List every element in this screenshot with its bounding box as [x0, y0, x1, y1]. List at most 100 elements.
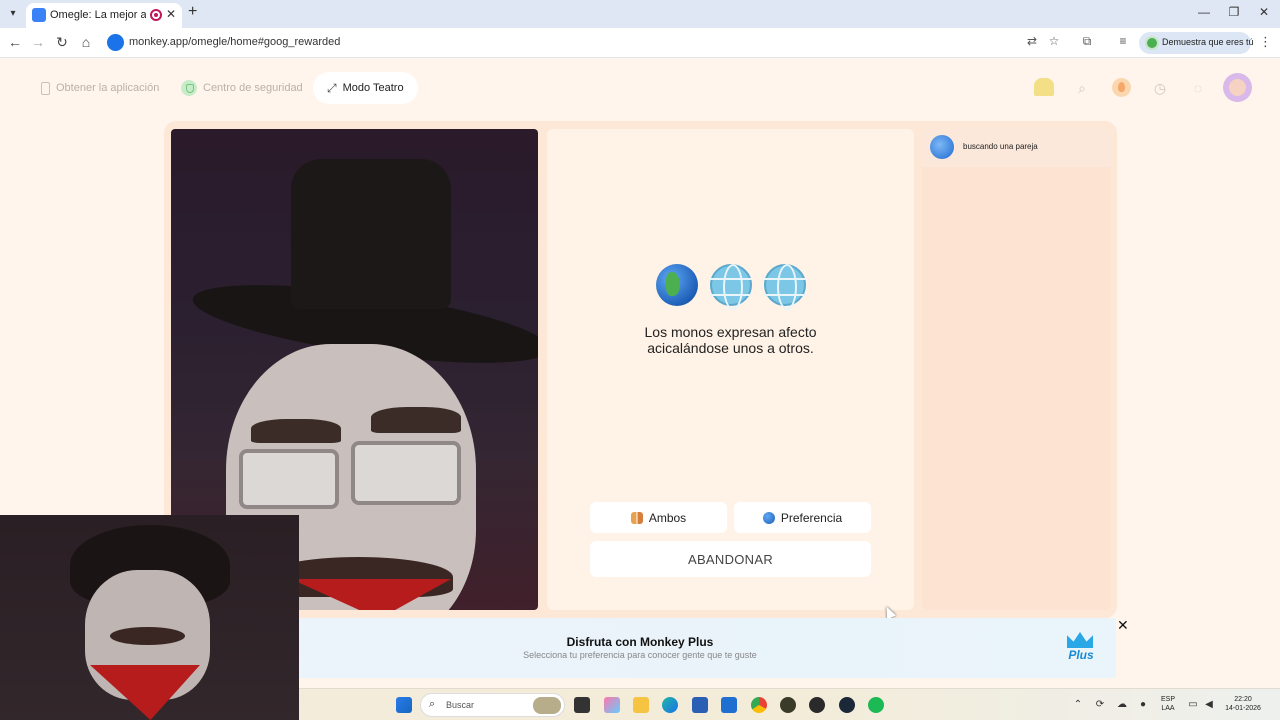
- file-explorer-icon[interactable]: [633, 697, 649, 713]
- language-code: ESP: [1160, 696, 1175, 703]
- both-gender-button[interactable]: Ambos: [590, 502, 727, 533]
- profile-avatar-icon: [1145, 36, 1159, 50]
- extensions-icon[interactable]: ⧉: [1078, 34, 1096, 49]
- chat-status-text: buscando una pareja: [963, 142, 1038, 151]
- mesh-globe-icon: [763, 264, 806, 310]
- windows-start-icon[interactable]: [396, 697, 412, 713]
- globe-icon: [762, 511, 775, 524]
- back-arrow-icon[interactable]: ←: [6, 34, 24, 50]
- both-label: Ambos: [648, 510, 687, 525]
- edge-icon[interactable]: [662, 697, 678, 713]
- site-top-nav: Obtener la aplicación Centro de segurida…: [0, 58, 1280, 118]
- right-lens: [351, 441, 461, 505]
- globe-row: [547, 264, 914, 310]
- media-controls-icon[interactable]: ≡: [1114, 34, 1132, 48]
- get-app-link[interactable]: Obtener la aplicación: [41, 72, 159, 104]
- restore-button[interactable]: ❐: [1224, 5, 1244, 19]
- preference-button[interactable]: Preferencia: [734, 502, 871, 533]
- spotify-icon[interactable]: [868, 697, 884, 713]
- chrome-icon[interactable]: [751, 697, 767, 713]
- matching-panel: Los monos expresan afecto acicalándose u…: [547, 129, 914, 610]
- home-icon[interactable]: ⌂: [77, 34, 95, 50]
- safety-center-label: Centro de seguridad: [203, 82, 303, 94]
- shield-icon: [181, 80, 197, 96]
- plus-badge-text: Plus: [1068, 648, 1094, 662]
- site-favicon-icon: [32, 8, 46, 22]
- safety-center-link[interactable]: Centro de seguridad: [181, 72, 303, 104]
- taskbar-search-placeholder: Buscar: [446, 700, 475, 710]
- tab-title: Omegle: La mejor alternativ: [50, 9, 146, 21]
- forward-arrow-icon[interactable]: →: [29, 34, 47, 50]
- copilot-icon[interactable]: [604, 697, 620, 713]
- left-eyebrow: [251, 419, 341, 443]
- search-highlight-image: [533, 697, 561, 714]
- clock[interactable]: 22:20 14-01-2026: [1221, 695, 1265, 713]
- promo-subtitle: Selecciona tu preferencia para conocer g…: [523, 650, 757, 660]
- sync-icon[interactable]: ⟳: [1093, 699, 1107, 710]
- address-bar-row: ← → ↻ ⌂ monkey.app/omegle/home#goog_rewa…: [0, 28, 1280, 58]
- onedrive-icon[interactable]: ☁: [1115, 699, 1129, 710]
- hat-crown: [291, 159, 451, 309]
- chat-panel: buscando una pareja: [922, 129, 1111, 610]
- volume-icon[interactable]: ◀: [1202, 699, 1216, 710]
- left-lens: [239, 449, 339, 509]
- bookmark-star-icon[interactable]: ☆: [1045, 34, 1063, 48]
- browser-tab[interactable]: Omegle: La mejor alternativ ✕: [26, 3, 182, 28]
- theater-mode-button[interactable]: ⤢ Modo Teatro: [313, 72, 418, 104]
- get-app-label: Obtener la aplicación: [56, 82, 160, 94]
- outlook-icon[interactable]: [721, 697, 737, 713]
- steam-icon[interactable]: [839, 697, 855, 713]
- earth-globe-icon: [655, 264, 698, 306]
- theater-mode-label: Modo Teatro: [342, 82, 404, 94]
- user-avatar[interactable]: [1223, 73, 1252, 102]
- crown-icon: [1067, 632, 1093, 648]
- promo-title: Disfruta con Monkey Plus: [566, 635, 714, 649]
- people-icon: [630, 511, 643, 524]
- browser-menu-icon[interactable]: ⋮: [1259, 34, 1272, 50]
- reload-icon[interactable]: ↻: [53, 34, 71, 51]
- obs-icon[interactable]: [809, 697, 825, 713]
- show-hidden-icons-icon[interactable]: ⌃: [1071, 699, 1085, 710]
- plus-promo-banner[interactable]: Disfruta con Monkey Plus Selecciona tu p…: [299, 618, 1116, 678]
- search-icon[interactable]: ⌕: [1072, 78, 1092, 98]
- microphone-icon[interactable]: ●: [1136, 699, 1150, 710]
- streak-fire-icon[interactable]: [1112, 78, 1131, 97]
- taskbar-search[interactable]: ⌕ Buscar: [420, 693, 565, 717]
- mesh-globe-icon: [709, 264, 752, 310]
- expand-icon: ⤢: [327, 80, 337, 95]
- new-tab-button[interactable]: +: [188, 3, 197, 21]
- windows-taskbar: ⌕ Buscar ⌃ ⟳ ☁ ● ESP LAA ▭ ◀ 22:20 14-01…: [299, 688, 1280, 720]
- site-info-icon[interactable]: [107, 34, 124, 51]
- profile-chip[interactable]: Demuestra que eres tú: [1139, 32, 1254, 54]
- profile-label: Demuestra que eres tú: [1162, 37, 1254, 47]
- abandon-button[interactable]: ABANDONAR: [590, 541, 871, 577]
- app-icon[interactable]: [780, 697, 796, 713]
- layout-code: LAA: [1161, 705, 1175, 712]
- translate-icon[interactable]: ⇄: [1023, 34, 1041, 48]
- plus-badge[interactable]: Plus: [1063, 632, 1099, 666]
- monkey-logo-icon: [930, 135, 954, 159]
- promo-close-button[interactable]: ✕: [1117, 617, 1129, 634]
- chat-status-row: buscando una pareja: [922, 129, 1111, 167]
- phone-icon: [41, 81, 50, 95]
- tab-close-button[interactable]: ✕: [166, 7, 176, 21]
- clock-time: 22:20: [1234, 696, 1252, 703]
- clock-date: 14-01-2026: [1225, 705, 1261, 712]
- right-eyebrow: [371, 407, 461, 433]
- url-field[interactable]: monkey.app/omegle/home#goog_rewarded: [129, 36, 340, 48]
- browser-tab-bar: ▾ Omegle: La mejor alternativ ✕ + — ❐ ✕: [0, 0, 1280, 28]
- task-view-icon[interactable]: [574, 697, 590, 713]
- fun-fact-text: Los monos expresan afecto acicalándose u…: [644, 324, 817, 356]
- window-close-button[interactable]: ✕: [1254, 5, 1274, 19]
- network-icon[interactable]: ▭: [1186, 699, 1200, 710]
- minimize-button[interactable]: —: [1194, 5, 1214, 19]
- shop-coin-icon[interactable]: [1034, 78, 1054, 96]
- preference-label: Preferencia: [780, 510, 843, 525]
- messages-icon[interactable]: ◌: [1188, 78, 1208, 98]
- store-icon[interactable]: [692, 697, 708, 713]
- history-clock-icon[interactable]: ◷: [1150, 78, 1170, 98]
- recording-indicator-icon: [150, 9, 162, 21]
- search-icon: ⌕: [429, 698, 436, 710]
- tab-search-icon[interactable]: ▾: [4, 5, 22, 23]
- language-indicator[interactable]: ESP LAA: [1157, 695, 1179, 713]
